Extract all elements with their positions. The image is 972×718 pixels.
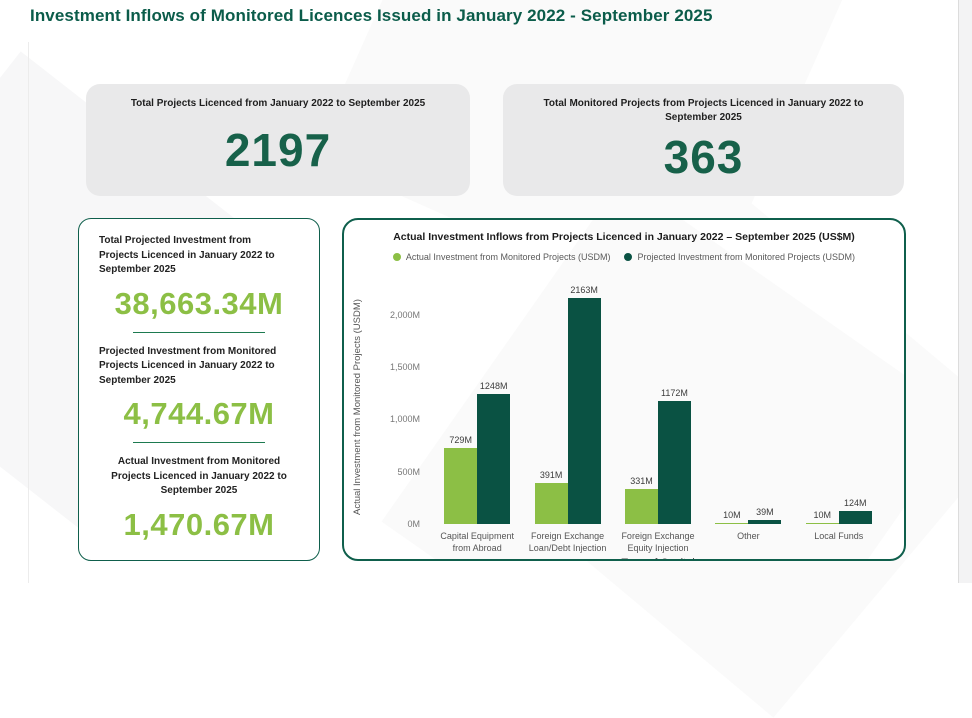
page-edge-strip [959,0,972,583]
category-label: Capital Equipment from Abroad [432,530,522,554]
summary-value-actual-monitored: 1,470.67M [99,507,299,543]
bar-column: 331M [625,476,658,524]
bar-column: 124M [839,498,872,524]
y-axis-tick-label: 0M [407,519,420,529]
chart-panel: Actual Investment Inflows from Projects … [342,218,906,561]
bar-projected[interactable] [568,298,601,524]
stat-card-value: 2197 [86,111,470,196]
bar-column: 39M [748,507,781,524]
category-label: Foreign Exchange Equity Injection [613,530,703,554]
chart-legend: Actual Investment from Monitored Project… [344,252,904,262]
bar-projected[interactable] [658,401,691,524]
stat-card-label: Total Monitored Projects from Projects L… [503,97,904,125]
bar-value-label: 124M [844,498,867,508]
y-axis-ticks: 0M500M1,000M1,500M2,000M [344,294,420,524]
bar-group: 391M 2163M [535,285,601,524]
bar-actual[interactable] [444,448,477,524]
summary-label-total-projected: Total Projected Investment from Projects… [99,234,299,278]
y-axis-tick-label: 1,500M [390,362,420,372]
chart-title: Actual Investment Inflows from Projects … [344,231,904,243]
stat-card-total-projects: Total Projects Licenced from January 202… [86,84,470,196]
stat-card-value: 363 [503,125,904,196]
bar-column: 1172M [658,388,691,524]
bar-value-label: 729M [449,435,472,445]
bar-value-label: 1248M [480,381,508,391]
plot-area: 729M1248M391M2163M331M1172M10M39M10M124M [432,294,884,524]
bar-group: 10M 39M [715,507,781,524]
page-edge-divider [958,0,959,583]
category-label: Foreign Exchange Loan/Debt Injection [523,530,613,554]
page-title: Investment Inflows of Monitored Licences… [30,6,713,26]
bar-group: 10M 124M [806,498,872,524]
y-axis-tick-label: 1,000M [390,414,420,424]
divider [133,442,265,443]
bar-actual[interactable] [535,483,568,524]
bar-projected[interactable] [748,520,781,524]
bar-value-label: 10M [813,510,831,520]
stat-card-monitored-projects: Total Monitored Projects from Projects L… [503,84,904,196]
x-axis-title: Type of Capital [432,557,884,561]
legend-label-projected: Projected Investment from Monitored Proj… [637,252,855,262]
bar-actual[interactable] [806,523,839,524]
bar-value-label: 2163M [570,285,598,295]
divider [133,332,265,333]
legend-label-actual: Actual Investment from Monitored Project… [406,252,611,262]
bar-group: 729M 1248M [444,381,510,524]
content-left-border [28,42,29,583]
x-axis-labels: Capital Equipment from AbroadForeign Exc… [432,530,884,554]
bar-value-label: 39M [756,507,774,517]
bar-value-label: 10M [723,510,741,520]
summary-label-projected-monitored: Projected Investment from Monitored Proj… [99,345,299,389]
category-label: Local Funds [794,530,884,554]
bar-projected[interactable] [477,394,510,524]
bar-value-label: 391M [540,470,563,480]
legend-marker-projected-icon [624,253,632,261]
bar-value-label: 331M [630,476,653,486]
bar-projected[interactable] [839,511,872,524]
bar-column: 729M [444,435,477,524]
bar-column: 2163M [568,285,601,524]
bar-column: 391M [535,470,568,524]
y-axis-tick-label: 2,000M [390,310,420,320]
bar-column: 1248M [477,381,510,524]
summary-panel: Total Projected Investment from Projects… [78,218,320,561]
stat-card-label: Total Projects Licenced from January 202… [86,97,470,111]
bar-actual[interactable] [625,489,658,524]
legend-marker-actual-icon [393,253,401,261]
summary-value-total-projected: 38,663.34M [99,286,299,322]
bar-group: 331M 1172M [625,388,691,524]
summary-value-projected-monitored: 4,744.67M [99,396,299,432]
bar-value-label: 1172M [661,388,688,398]
summary-label-actual-monitored: Actual Investment from Monitored Project… [99,455,299,499]
bar-column: 10M [715,510,748,524]
bar-column: 10M [806,510,839,524]
y-axis-tick-label: 500M [397,467,420,477]
bar-actual[interactable] [715,523,748,524]
legend-item-projected[interactable]: Projected Investment from Monitored Proj… [624,252,855,262]
category-label: Other [703,530,793,554]
legend-item-actual[interactable]: Actual Investment from Monitored Project… [393,252,611,262]
